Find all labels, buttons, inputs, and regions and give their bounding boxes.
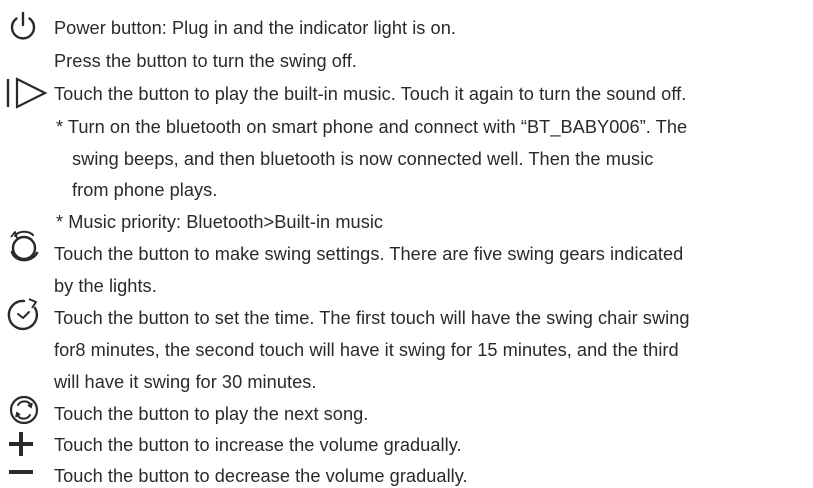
next-song-icon bbox=[7, 393, 43, 429]
bluetooth-note-continued: swing beeps, and then bluetooth is now c… bbox=[72, 149, 654, 169]
play-instruction: Touch the button to play the built-in mu… bbox=[54, 84, 687, 104]
minus-icon bbox=[8, 465, 34, 479]
swing-instruction: Touch the button to make swing settings.… bbox=[54, 244, 684, 264]
volume-down-instruction: Touch the button to decrease the volume … bbox=[54, 466, 468, 486]
power-instruction-continued: Press the button to turn the swing off. bbox=[54, 51, 357, 71]
bluetooth-note: * Turn on the bluetooth on smart phone a… bbox=[56, 117, 688, 137]
swing-icon bbox=[6, 228, 44, 266]
volume-up-instruction: Touch the button to increase the volume … bbox=[54, 435, 462, 455]
next-song-instruction: Touch the button to play the next song. bbox=[54, 404, 369, 424]
timer-instruction-continued: for8 minutes, the second touch will have… bbox=[54, 340, 679, 360]
power-instruction: Power button: Plug in and the indicator … bbox=[54, 18, 456, 38]
bluetooth-note-continued: from phone plays. bbox=[72, 180, 218, 200]
play-icon bbox=[4, 76, 48, 110]
timer-instruction-continued: will have it swing for 30 minutes. bbox=[54, 372, 317, 392]
swing-instruction-continued: by the lights. bbox=[54, 276, 157, 296]
timer-icon bbox=[5, 296, 43, 334]
plus-icon bbox=[8, 431, 34, 457]
timer-instruction: Touch the button to set the time. The fi… bbox=[54, 308, 690, 328]
music-priority-note: * Music priority: Bluetooth>Built-in mus… bbox=[56, 212, 384, 232]
power-icon bbox=[6, 10, 40, 44]
